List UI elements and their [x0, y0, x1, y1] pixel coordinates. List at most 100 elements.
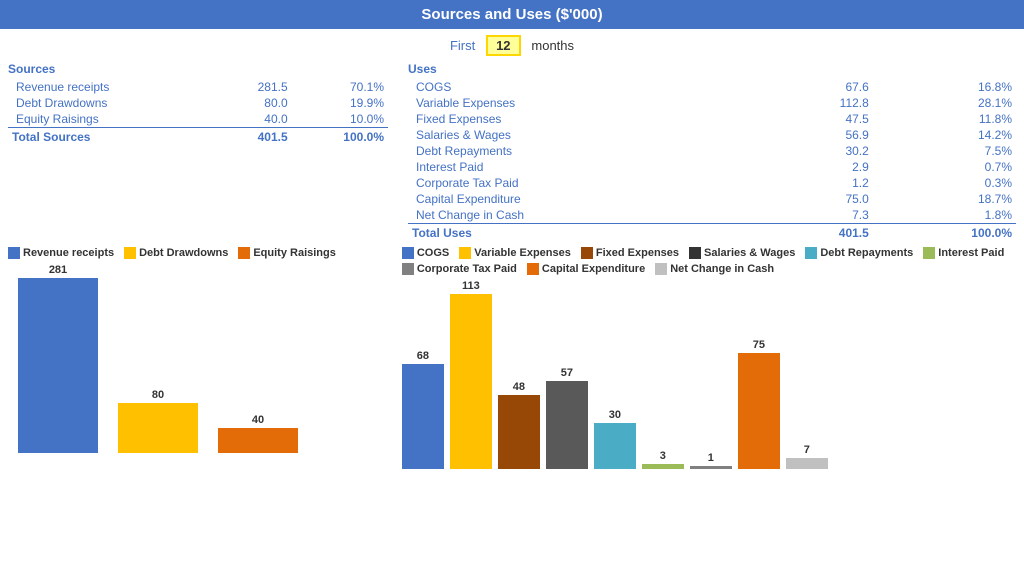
use-pct: 0.7% [873, 159, 1016, 175]
source-label: Equity Raisings [8, 111, 216, 128]
bar-rect [402, 364, 444, 469]
legend-color-box [923, 247, 935, 259]
bar-label: 48 [513, 381, 525, 393]
right-bar-group: 1 [690, 274, 732, 469]
legend-label: Fixed Expenses [596, 247, 679, 259]
legend-color-box [805, 247, 817, 259]
right-bar-group: 3 [642, 274, 684, 469]
use-label: Corporate Tax Paid [408, 175, 761, 191]
bar-label: 57 [561, 367, 573, 379]
use-label: Debt Repayments [408, 143, 761, 159]
sources-total-amount: 401.5 [216, 128, 291, 146]
use-label: Interest Paid [408, 159, 761, 175]
bar-label: 7 [804, 444, 810, 456]
legend-color-box [459, 247, 471, 259]
charts-area: Revenue receipts Debt Drawdowns Equity R… [0, 243, 1024, 469]
right-chart-legend: COGS Variable Expenses Fixed Expenses Sa… [402, 247, 1016, 275]
source-pct: 10.0% [292, 111, 388, 128]
sources-row: Debt Drawdowns 80.0 19.9% [8, 95, 388, 111]
use-amount: 1.2 [761, 175, 873, 191]
source-amount: 80.0 [216, 95, 291, 111]
use-amount: 30.2 [761, 143, 873, 159]
bar-rect [18, 278, 98, 453]
months-row: First 12 months [0, 29, 1024, 60]
use-amount: 112.8 [761, 95, 873, 111]
legend-label: Debt Repayments [820, 247, 913, 259]
use-label: COGS [408, 79, 761, 95]
uses-row: Corporate Tax Paid 1.2 0.3% [408, 175, 1016, 191]
months-suffix: months [531, 38, 574, 53]
right-legend-item: Salaries & Wages [689, 247, 795, 259]
source-amount: 40.0 [216, 111, 291, 128]
source-label: Revenue receipts [8, 79, 216, 95]
left-bar-group: 40 [218, 258, 298, 453]
right-bar-chart: 68 113 48 57 30 3 1 75 [402, 279, 1016, 469]
legend-color-box [689, 247, 701, 259]
bar-rect [218, 428, 298, 453]
uses-title: Uses [408, 62, 1016, 76]
page-title: Sources and Uses ($'000) [0, 0, 1024, 29]
use-pct: 16.8% [873, 79, 1016, 95]
sources-row: Equity Raisings 40.0 10.0% [8, 111, 388, 128]
use-amount: 47.5 [761, 111, 873, 127]
uses-total-label: Total Uses [408, 224, 761, 242]
bar-rect [642, 464, 684, 469]
uses-total-amount: 401.5 [761, 224, 873, 242]
uses-table: COGS 67.6 16.8%Variable Expenses 112.8 2… [408, 79, 1016, 241]
legend-label: Variable Expenses [474, 247, 571, 259]
bar-rect [450, 294, 492, 469]
use-amount: 56.9 [761, 127, 873, 143]
legend-color-box [581, 247, 593, 259]
use-label: Fixed Expenses [408, 111, 761, 127]
bar-label: 68 [417, 350, 429, 362]
uses-row: COGS 67.6 16.8% [408, 79, 1016, 95]
bar-label: 75 [753, 339, 765, 351]
legend-label: Salaries & Wages [704, 247, 795, 259]
right-legend-item: Variable Expenses [459, 247, 571, 259]
right-legend-item: Fixed Expenses [581, 247, 679, 259]
source-label: Debt Drawdowns [8, 95, 216, 111]
use-amount: 7.3 [761, 207, 873, 224]
right-legend-item: Interest Paid [923, 247, 1004, 259]
legend-label: Interest Paid [938, 247, 1004, 259]
right-legend-item: Debt Repayments [805, 247, 913, 259]
uses-row: Variable Expenses 112.8 28.1% [408, 95, 1016, 111]
uses-row: Net Change in Cash 7.3 1.8% [408, 207, 1016, 224]
use-amount: 75.0 [761, 191, 873, 207]
source-amount: 281.5 [216, 79, 291, 95]
sources-total-label: Total Sources [8, 128, 216, 146]
uses-row: Interest Paid 2.9 0.7% [408, 159, 1016, 175]
use-amount: 67.6 [761, 79, 873, 95]
use-pct: 11.8% [873, 111, 1016, 127]
bar-label: 281 [49, 264, 67, 276]
bar-label: 113 [462, 280, 480, 292]
right-bar-group: 68 [402, 274, 444, 469]
use-pct: 1.8% [873, 207, 1016, 224]
sources-title: Sources [8, 62, 388, 76]
months-prefix: First [450, 38, 475, 53]
uses-row: Salaries & Wages 56.9 14.2% [408, 127, 1016, 143]
sources-panel: Sources Revenue receipts 281.5 70.1%Debt… [8, 62, 398, 241]
use-label: Net Change in Cash [408, 207, 761, 224]
bar-label: 40 [252, 414, 264, 426]
uses-panel: Uses COGS 67.6 16.8%Variable Expenses 11… [398, 62, 1016, 241]
use-pct: 14.2% [873, 127, 1016, 143]
use-label: Capital Expenditure [408, 191, 761, 207]
right-bar-group: 113 [450, 274, 492, 469]
bar-rect [546, 381, 588, 469]
sources-total-pct: 100.0% [292, 128, 388, 146]
bar-label: 80 [152, 389, 164, 401]
left-bar-group: 80 [118, 258, 198, 453]
bar-label: 1 [708, 452, 714, 464]
right-bar-group: 7 [786, 274, 828, 469]
months-input[interactable]: 12 [486, 35, 520, 56]
use-pct: 0.3% [873, 175, 1016, 191]
legend-color-box [402, 247, 414, 259]
left-bar-group: 281 [18, 258, 98, 453]
right-bar-group: 75 [738, 274, 780, 469]
right-chart-container: COGS Variable Expenses Fixed Expenses Sa… [402, 247, 1016, 469]
use-pct: 7.5% [873, 143, 1016, 159]
use-pct: 28.1% [873, 95, 1016, 111]
bar-rect [594, 423, 636, 469]
right-bar-group: 57 [546, 274, 588, 469]
